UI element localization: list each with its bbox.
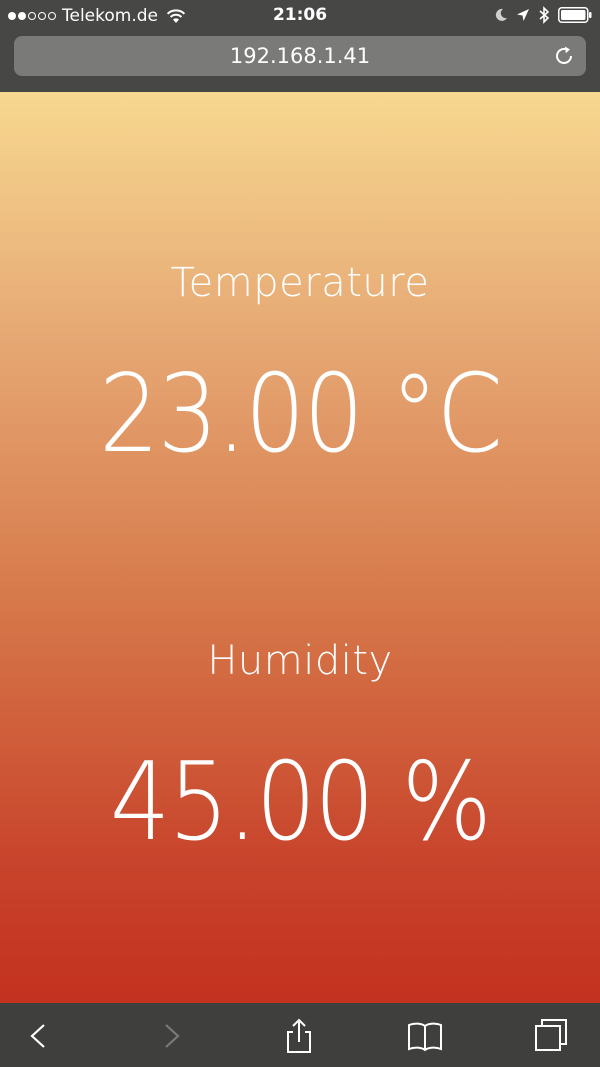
browser-top-bar: Telekom.de 21:06 192.168.1.41 [0,0,600,92]
share-icon[interactable] [280,1017,318,1055]
location-arrow-icon [517,9,529,21]
humidity-label: Humidity [207,638,393,684]
bluetooth-icon [539,6,550,24]
address-bar[interactable]: 192.168.1.41 [14,36,586,76]
bookmarks-icon[interactable] [406,1017,444,1055]
temperature-label: Temperature [170,260,430,306]
forward-icon[interactable] [152,1017,190,1055]
status-bar: Telekom.de 21:06 [0,0,600,32]
web-page-content: Temperature 23.00 °C Humidity 45.00 % [0,92,600,1003]
humidity-value: 45.00 % [109,740,492,865]
tabs-icon[interactable] [532,1017,570,1055]
reload-icon[interactable] [552,44,576,68]
moon-icon [495,8,507,21]
status-right [494,6,592,24]
browser-toolbar [0,1003,600,1067]
back-icon[interactable] [20,1017,58,1055]
url-text[interactable]: 192.168.1.41 [14,36,586,76]
temperature-value: 23.00 °C [98,352,503,477]
battery-icon [558,7,592,23]
